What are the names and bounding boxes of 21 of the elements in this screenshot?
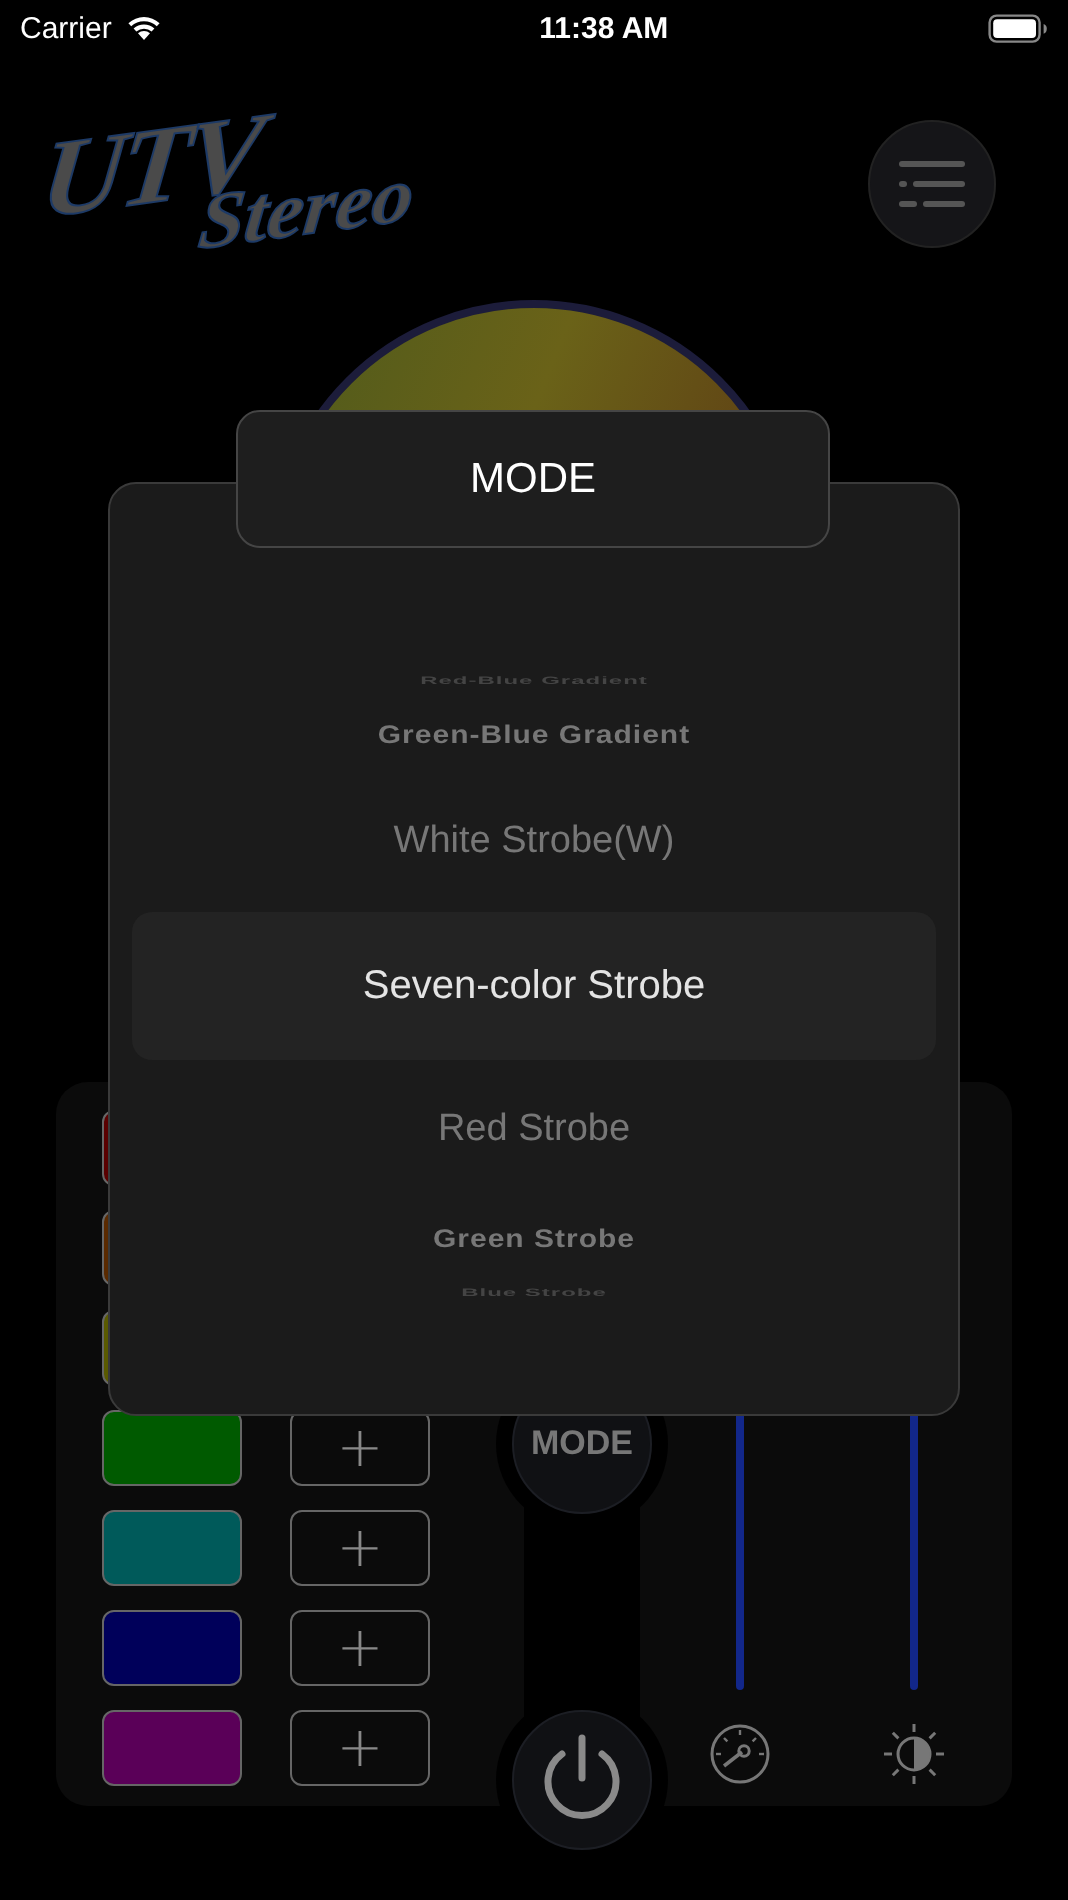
mode-option[interactable]: Seven-color Strobe	[362, 963, 706, 1009]
color-swatch[interactable]	[102, 1610, 242, 1686]
mode-option[interactable]: Red Strobe	[437, 1108, 631, 1152]
selected-row[interactable]: Seven-color Strobe	[132, 912, 936, 1060]
mode-option[interactable]: White Strobe(W)	[393, 820, 675, 864]
color-swatch[interactable]	[102, 1710, 242, 1786]
brightness-icon	[881, 1722, 945, 1786]
battery-icon	[987, 13, 1048, 43]
add-button[interactable]: +	[290, 1510, 430, 1586]
wifi-icon	[123, 14, 164, 42]
add-button[interactable]: +	[290, 1710, 430, 1786]
dialog-title: MODE	[236, 410, 830, 548]
carrier-text: Carrier	[20, 11, 112, 45]
color-swatch[interactable]	[102, 1510, 242, 1586]
add-button[interactable]: +	[290, 1610, 430, 1686]
mode-option[interactable]: Green Strobe	[432, 1223, 636, 1253]
clock-text: 11:38 AM	[539, 11, 669, 45]
speedometer-icon	[707, 1722, 771, 1786]
color-swatch[interactable]	[102, 1410, 242, 1486]
mode-option[interactable]: Green-Blue Gradient	[377, 719, 691, 749]
menu-icon	[898, 160, 966, 208]
